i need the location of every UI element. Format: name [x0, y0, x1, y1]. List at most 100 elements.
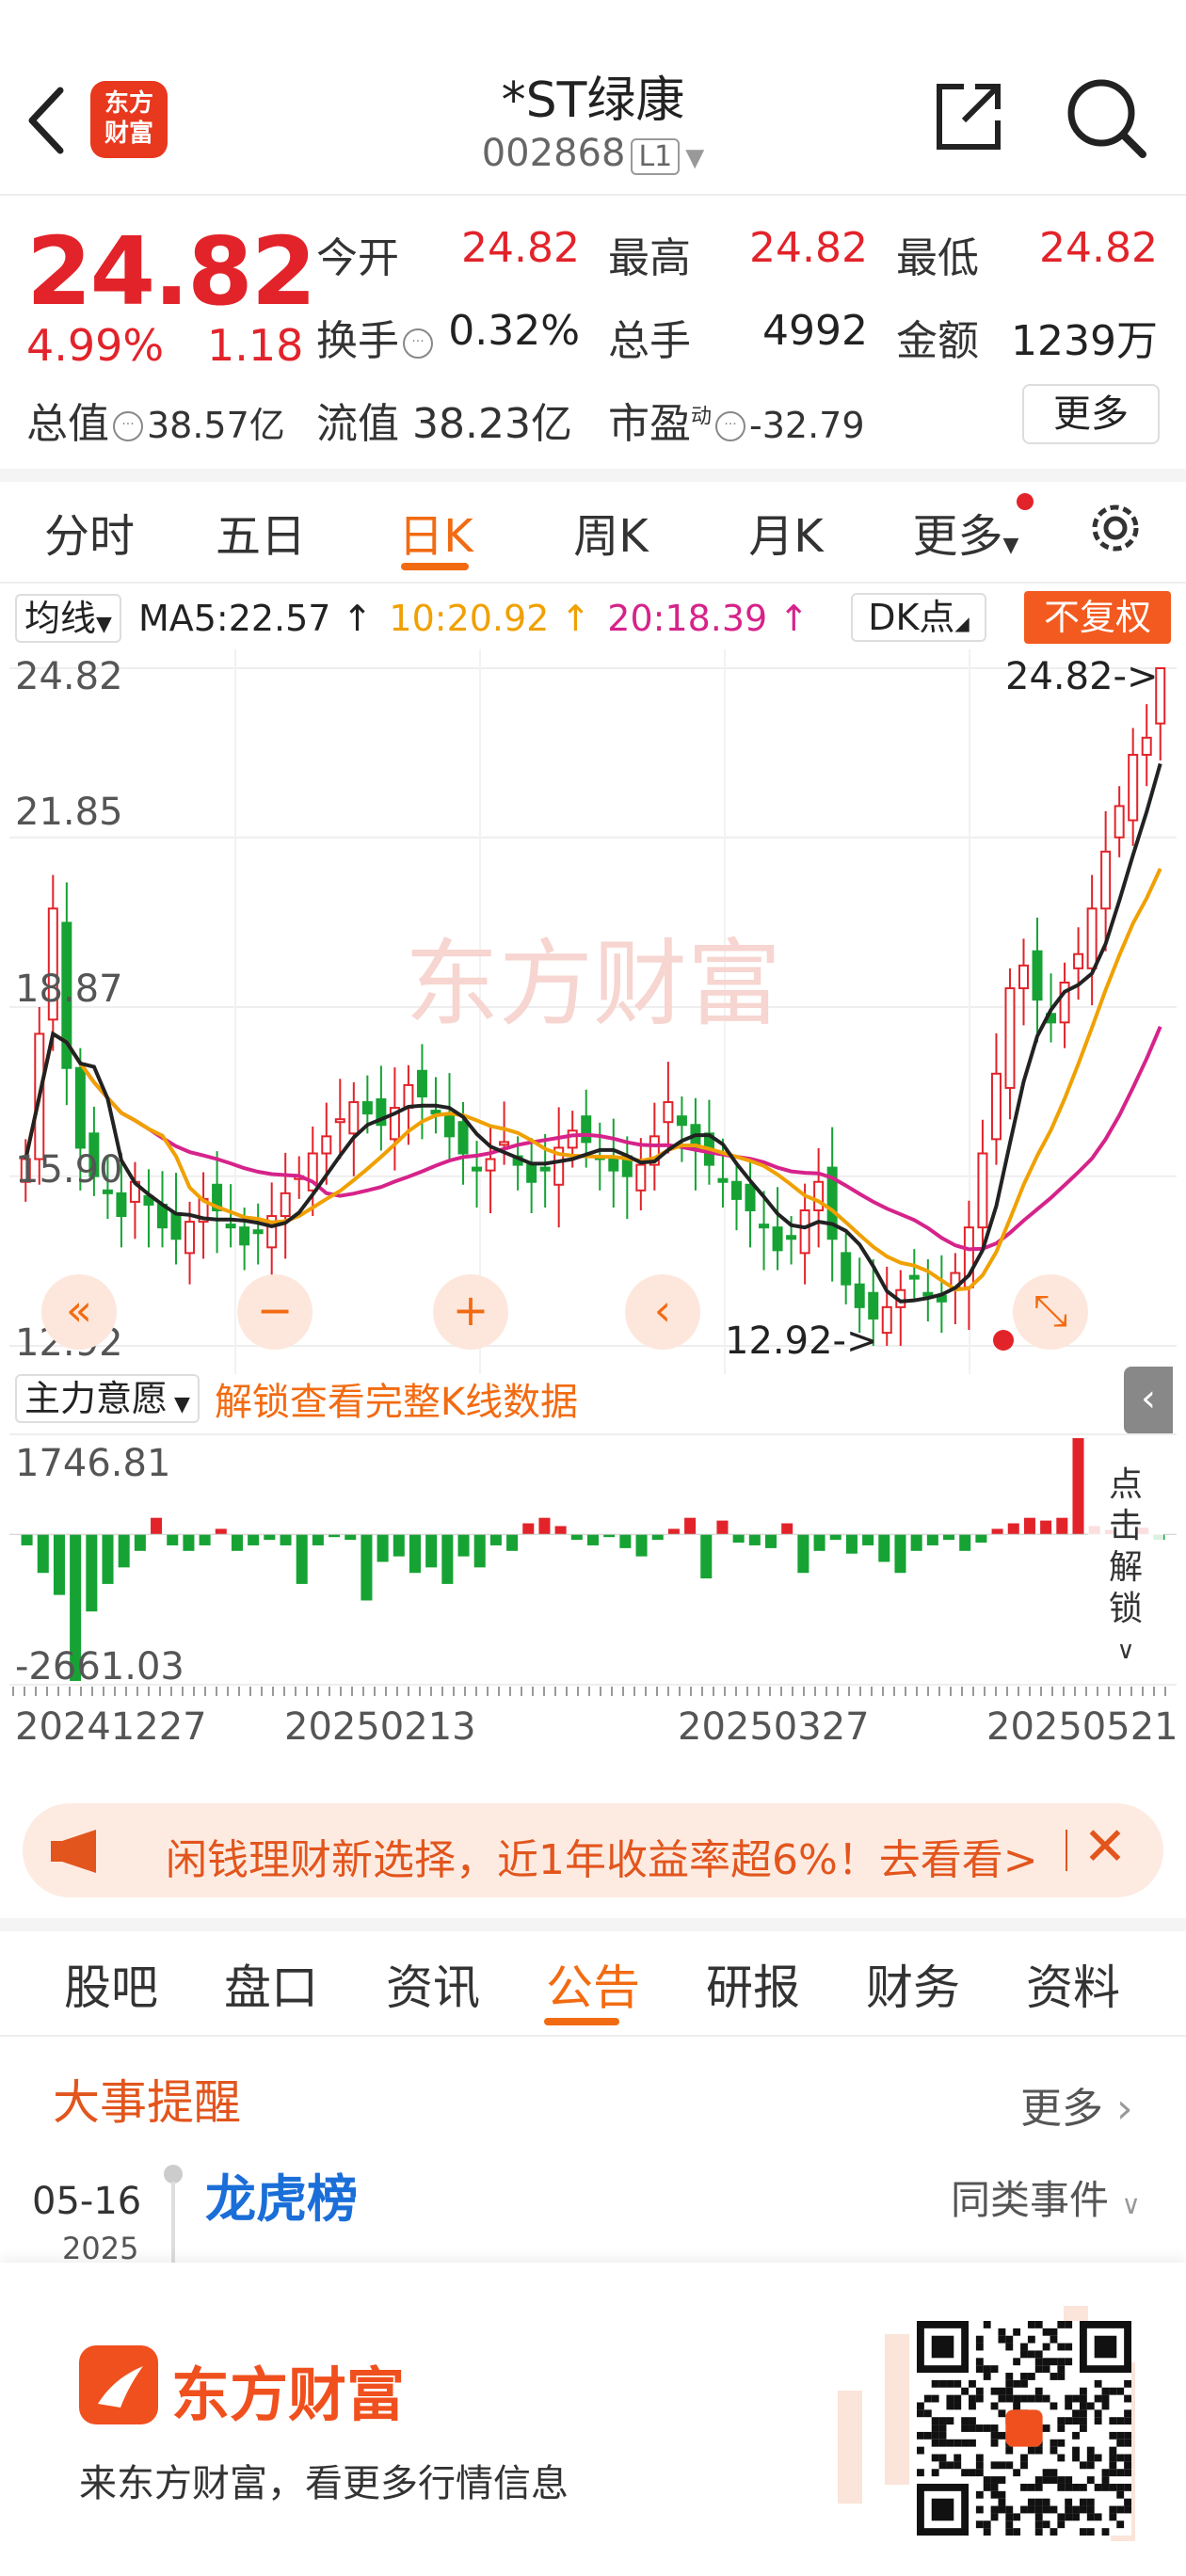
settings-gear-icon[interactable]: [1084, 497, 1146, 559]
indicator-bar: [183, 1534, 195, 1551]
indicator-bar: [441, 1534, 454, 1584]
indicator-bar: [910, 1534, 922, 1551]
ma-select[interactable]: 均线▼: [15, 594, 121, 643]
qr-module: [1034, 2498, 1043, 2506]
qr-module: [1027, 2483, 1035, 2491]
stock-code-row[interactable]: 002868 L1 ▼: [471, 132, 715, 175]
share-icon[interactable]: [932, 81, 1003, 152]
qr-module: [1057, 2513, 1066, 2521]
candle-body: [663, 1101, 674, 1124]
qr-module: [1086, 2513, 1095, 2521]
zoom-out-button[interactable]: −: [237, 1274, 313, 1350]
qr-logo: [1005, 2409, 1043, 2447]
unlock-link[interactable]: 解锁查看完整K线数据: [215, 1371, 578, 1426]
indicator-bar: [878, 1534, 890, 1562]
qr-module: [1042, 2520, 1050, 2529]
zoom-in-button[interactable]: +: [433, 1274, 508, 1350]
qr-module: [931, 2439, 939, 2447]
qr-module: [975, 2490, 984, 2499]
qr-module: [998, 2394, 1006, 2403]
qr-module: [1020, 2483, 1028, 2491]
qr-module: [1050, 2439, 1058, 2447]
event-title[interactable]: 龙虎榜: [205, 2157, 358, 2232]
indicator-bar: [37, 1534, 49, 1574]
candle-body: [786, 1235, 797, 1240]
qr-module: [1027, 2394, 1035, 2403]
qr-module: [1086, 2498, 1095, 2506]
y-tick-top: 24.82: [15, 655, 123, 698]
indicator-select[interactable]: 主力意愿 ▼: [15, 1374, 200, 1423]
indicator-bar: [86, 1534, 98, 1612]
close-icon[interactable]: ✕: [1079, 1816, 1131, 1884]
tab-finance[interactable]: 财务: [847, 1950, 979, 2018]
scroll-left-button[interactable]: ‹: [625, 1274, 700, 1350]
search-icon[interactable]: [1064, 75, 1148, 160]
indicator-bar: [473, 1534, 486, 1568]
indicator-bar: [393, 1534, 405, 1557]
adjust-mode-button[interactable]: 不复权: [1024, 591, 1171, 644]
tab-monthly-k[interactable]: 月K: [734, 499, 838, 565]
indicator-bar: [1007, 1523, 1019, 1535]
qr-module: [1109, 2469, 1117, 2477]
info-icon[interactable]: ···: [715, 411, 746, 441]
candle-body: [457, 1121, 469, 1155]
qr-module: [983, 2365, 991, 2374]
qr-module: [1005, 2343, 1014, 2351]
similar-events-link[interactable]: 同类事件 ∨: [951, 2168, 1141, 2226]
side-unlock-button[interactable]: 点 击 解 锁 ∨: [1088, 1464, 1163, 1672]
y-tick-3: 18.87: [15, 968, 123, 1011]
qr-module: [1034, 2387, 1043, 2395]
fullscreen-icon[interactable]: ⤡: [1013, 1274, 1088, 1350]
info-icon[interactable]: ···: [403, 328, 433, 359]
indicator-bar: [975, 1534, 987, 1544]
tab-news[interactable]: 资讯: [367, 1950, 499, 2018]
quote-more-button[interactable]: 更多: [1022, 384, 1160, 444]
tab-five-day[interactable]: 五日: [209, 499, 313, 565]
megaphone-icon: [51, 1830, 96, 1873]
qr-module: [998, 2490, 1006, 2499]
qr-module: [1124, 2431, 1131, 2440]
indicator-chart: 1746.81 -2661.03: [9, 1433, 1177, 1687]
tab-more[interactable]: 更多▼: [909, 499, 1022, 565]
high-value: 24.82: [749, 224, 868, 272]
indicator-bar: [781, 1523, 793, 1535]
qr-module: [1042, 2498, 1050, 2506]
qr-module: [990, 2402, 999, 2410]
qr-module: [1072, 2454, 1080, 2462]
qr-module: [975, 2335, 984, 2344]
info-icon[interactable]: ···: [113, 411, 143, 441]
qr-module: [938, 2454, 947, 2462]
kline-chart[interactable]: 东方财富 24.82 21.85 18.87 15.90 12.92 24.82…: [9, 649, 1177, 1374]
indicator-bar: [118, 1534, 130, 1568]
tab-daily-k[interactable]: 日K: [384, 499, 488, 565]
qr-module: [1005, 2520, 1014, 2529]
indicator-bar: [845, 1534, 857, 1554]
indicator-bar: [716, 1520, 729, 1535]
qr-module: [938, 2379, 947, 2388]
events-more-link[interactable]: 更多 ›: [1020, 2074, 1133, 2135]
indicator-bar: [248, 1534, 260, 1545]
scroll-left-fast-button[interactable]: «: [41, 1274, 117, 1350]
tab-forum[interactable]: 股吧: [45, 1950, 177, 2018]
qr-module: [1065, 2358, 1073, 2366]
tab-minute[interactable]: 分时: [38, 499, 141, 565]
promo-text[interactable]: 闲钱理财新选择，近1年收益率超6%！去看看>: [166, 1826, 1050, 1886]
back-arrow-icon[interactable]: [24, 81, 66, 160]
tab-profile[interactable]: 资料: [1007, 1950, 1139, 2018]
collapse-panel-button[interactable]: ‹: [1124, 1367, 1173, 1434]
tab-research[interactable]: 研报: [687, 1950, 819, 2018]
qr-module: [975, 2520, 984, 2529]
high-label: 最高: [608, 234, 691, 282]
event-date: 05-16: [32, 2180, 142, 2223]
qr-module: [1013, 2469, 1021, 2477]
tab-announcements[interactable]: 公告: [527, 1950, 659, 2018]
tab-weekly-k[interactable]: 周K: [559, 499, 663, 565]
dk-point-select[interactable]: DK点◢: [851, 593, 986, 642]
qr-module: [954, 2394, 962, 2403]
qr-module: [1079, 2394, 1087, 2403]
qr-module: [1124, 2469, 1131, 2477]
candle-body: [990, 1072, 1002, 1141]
qr-module: [923, 2409, 932, 2418]
tab-orderbook[interactable]: 盘口: [205, 1950, 337, 2018]
indicator-bar: [522, 1523, 535, 1535]
